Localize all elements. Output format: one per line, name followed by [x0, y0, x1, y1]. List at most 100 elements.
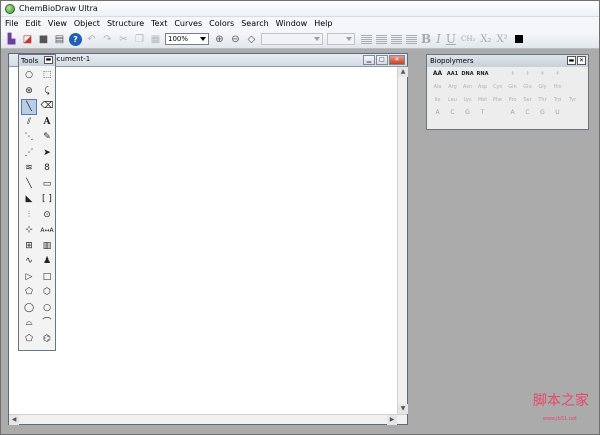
lasso-icon[interactable]: ○: [21, 68, 37, 84]
bold-button[interactable]: B: [421, 32, 431, 46]
cyclopentane-icon[interactable]: ⬠: [21, 285, 37, 301]
nucleotide[interactable]: A: [505, 109, 520, 116]
align-center-icon[interactable]: [376, 34, 387, 44]
scroll-down-icon[interactable]: ▼: [398, 404, 408, 414]
italic-button[interactable]: I: [436, 32, 441, 46]
color-swatch[interactable]: [514, 35, 523, 43]
structure-perspective-icon[interactable]: ⤹: [39, 84, 55, 100]
close-icon[interactable]: ✕: [389, 55, 405, 65]
save-icon[interactable]: ■: [37, 33, 50, 46]
menu-text[interactable]: Text: [151, 19, 167, 28]
scroll-up-icon[interactable]: ▲: [398, 67, 408, 77]
new-document-icon[interactable]: ▙: [5, 33, 18, 46]
align-justify-icon[interactable]: [406, 34, 417, 44]
drawing-canvas[interactable]: [9, 67, 397, 414]
tools-title-bar[interactable]: Tools ▬: [19, 55, 55, 66]
help-icon[interactable]: ?: [69, 32, 82, 46]
redo-icon[interactable]: ↷: [101, 33, 114, 46]
nucleotide[interactable]: C: [520, 109, 535, 116]
amino-acid[interactable]: His: [550, 84, 565, 90]
scroll-left-icon[interactable]: ◀: [9, 415, 19, 425]
amino-acid[interactable]: Cys: [490, 84, 505, 90]
amino-acid[interactable]: Ala: [430, 84, 445, 90]
hashed-bond-icon[interactable]: ⋰: [21, 146, 37, 162]
palette-menu-icon[interactable]: ▬: [567, 56, 576, 65]
wavy-bond-icon[interactable]: ≋: [21, 161, 37, 177]
nucleotide[interactable]: T: [475, 109, 490, 116]
nucleotide[interactable]: C: [445, 109, 460, 116]
amino-acid[interactable]: Leu: [445, 97, 460, 103]
dna-button[interactable]: DNA: [460, 71, 475, 77]
minimize-icon[interactable]: ▁: [363, 55, 375, 65]
align-right-icon[interactable]: [391, 34, 402, 44]
aa1-button[interactable]: AA1: [445, 71, 460, 77]
table-icon[interactable]: ⊞: [21, 239, 37, 255]
eraser-icon[interactable]: ⌫: [39, 99, 55, 115]
rotate-icon[interactable]: ⊛: [21, 84, 37, 100]
chair-cyclohexane-2-icon[interactable]: ⌒: [39, 316, 55, 332]
amino-acid[interactable]: Ile: [430, 97, 445, 103]
nucleotide[interactable]: U: [550, 109, 565, 116]
menu-colors[interactable]: Colors: [209, 19, 234, 28]
bracket-icon[interactable]: [ ]: [39, 192, 55, 208]
font-select[interactable]: [261, 33, 323, 45]
amino-acid[interactable]: Asp: [475, 84, 490, 90]
horizontal-scrollbar[interactable]: ◀ ▶: [9, 414, 407, 425]
aa-button[interactable]: AA: [430, 70, 445, 77]
fit-icon[interactable]: ◇: [245, 33, 258, 46]
cyclobutane-icon[interactable]: □: [39, 270, 55, 286]
bold-bond-icon[interactable]: ╲: [21, 177, 37, 193]
amino-acid[interactable]: Asn: [460, 84, 475, 90]
text-tool-icon[interactable]: A: [39, 115, 55, 131]
print-icon[interactable]: ▤: [53, 33, 66, 46]
nucleotide[interactable]: A: [430, 109, 445, 116]
amino-acid[interactable]: Pro: [505, 97, 520, 103]
arrow-tool-icon[interactable]: ➤: [39, 146, 55, 162]
bio-option-9[interactable]: ↟: [550, 71, 565, 77]
superscript-button[interactable]: X²: [496, 34, 507, 45]
scroll-right-icon[interactable]: ▶: [387, 415, 397, 425]
underline-button[interactable]: U: [446, 32, 456, 46]
drawing-elements-icon[interactable]: ▭: [39, 177, 55, 193]
templates-icon[interactable]: ♟: [39, 254, 55, 270]
cycloheptane-icon[interactable]: ◯: [21, 301, 37, 317]
orbital-icon[interactable]: 8: [39, 161, 55, 177]
menu-structure[interactable]: Structure: [107, 19, 144, 28]
query-icon[interactable]: ⊹: [21, 223, 37, 239]
acyclic-chain-icon[interactable]: A↔A: [39, 223, 55, 239]
menu-search[interactable]: Search: [241, 19, 268, 28]
subscript-button[interactable]: X₂: [480, 34, 491, 45]
tlc-plate-icon[interactable]: ▥: [39, 239, 55, 255]
dashed-bond-icon[interactable]: ⋱: [21, 130, 37, 146]
amino-acid[interactable]: Trp: [550, 97, 565, 103]
align-left-icon[interactable]: [361, 34, 372, 44]
vertical-scrollbar[interactable]: ▲ ▼: [397, 67, 408, 414]
menu-object[interactable]: Object: [74, 19, 100, 28]
bio-option-7[interactable]: ↟: [520, 71, 535, 77]
formula-button[interactable]: CH₂: [461, 35, 475, 43]
menu-view[interactable]: View: [48, 19, 67, 28]
cyclohexane-icon[interactable]: ⬡: [39, 285, 55, 301]
zoom-out-icon[interactable]: ⊖: [229, 33, 242, 46]
cut-icon[interactable]: ✂: [117, 33, 130, 46]
paste-icon[interactable]: ▦: [149, 33, 162, 46]
menu-edit[interactable]: Edit: [25, 19, 41, 28]
cyclooctane-icon[interactable]: ○: [39, 301, 55, 317]
hashed-wedge-bond-icon[interactable]: ⫶: [21, 208, 37, 224]
solid-bond-icon[interactable]: ╲: [21, 99, 37, 115]
bio-option-8[interactable]: ↟: [535, 71, 550, 77]
amino-acid[interactable]: Gly: [535, 84, 550, 90]
bio-option-6[interactable]: ↟: [505, 71, 520, 77]
nucleotide[interactable]: G: [535, 109, 550, 116]
marquee-icon[interactable]: ⬚: [39, 68, 55, 84]
open-icon[interactable]: ◪: [21, 33, 34, 46]
cyclopropane-icon[interactable]: ▷: [21, 270, 37, 286]
chair-cyclohexane-1-icon[interactable]: ⌓: [21, 316, 37, 332]
rna-button[interactable]: RNA: [475, 71, 490, 77]
amino-acid[interactable]: Met: [475, 97, 490, 103]
amino-acid[interactable]: Tyr: [565, 97, 580, 103]
cyclopentadiene-icon[interactable]: ⬠: [21, 332, 37, 348]
palette-close-icon[interactable]: ✕: [577, 56, 586, 65]
amino-acid[interactable]: Gln: [505, 84, 520, 90]
undo-icon[interactable]: ↶: [85, 33, 98, 46]
